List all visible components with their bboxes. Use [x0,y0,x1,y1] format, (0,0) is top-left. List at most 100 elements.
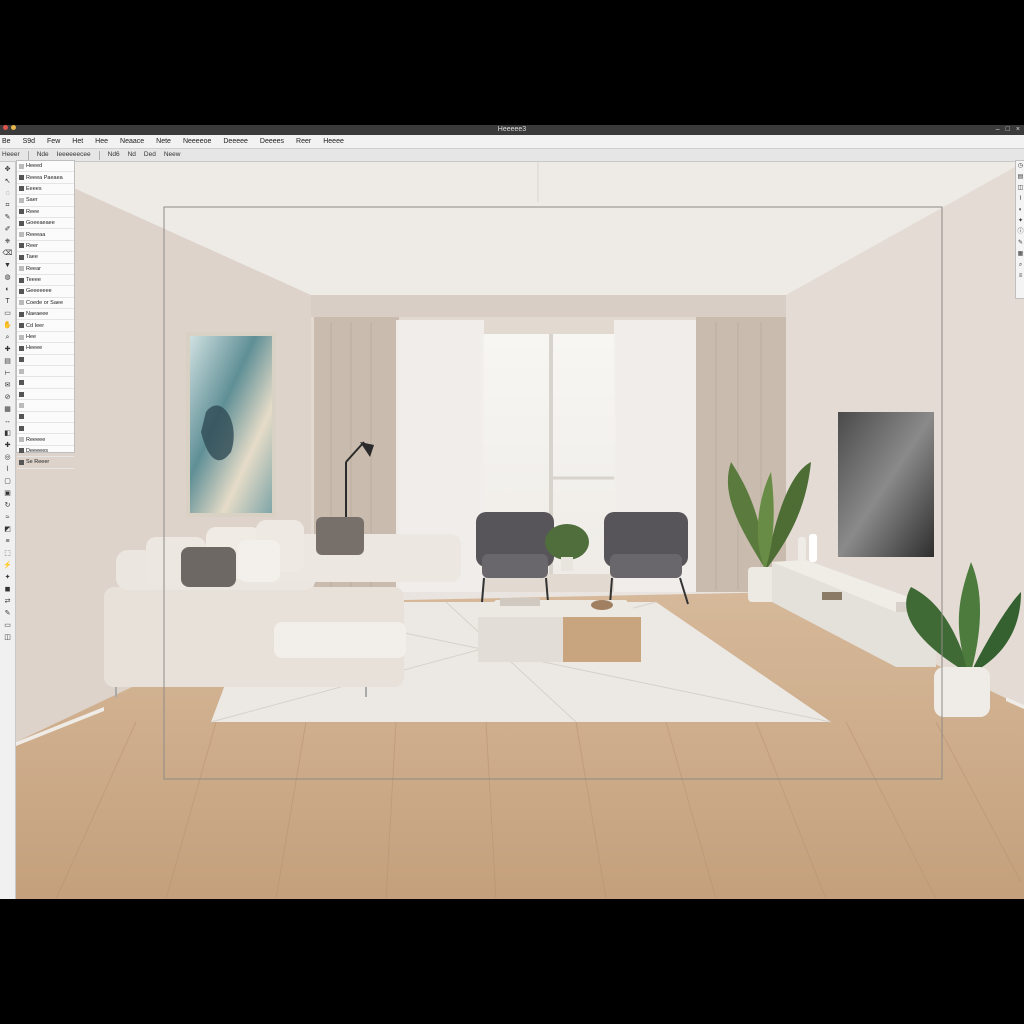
panel-row[interactable]: Reeea Paeaea [17,172,74,184]
paths-icon[interactable]: ⌇ [1016,194,1024,205]
panel-row[interactable]: Reee [17,207,74,218]
layer-icon[interactable]: ≡ [2,537,13,546]
patch-icon[interactable]: ◧ [2,429,13,438]
panel-row[interactable]: Taee [17,252,74,264]
styles-icon[interactable]: ✦ [1016,216,1024,227]
menu-item[interactable]: Neaace [120,135,144,148]
zoom-icon[interactable]: ⌕ [2,333,13,342]
panel-row[interactable] [17,423,74,435]
panel-row[interactable] [17,355,74,367]
hand-icon[interactable]: ✋ [2,321,13,330]
blur-icon[interactable]: ◍ [2,273,13,282]
panel-row[interactable]: Saer [17,195,74,207]
adjust-icon[interactable]: ◐ [1016,205,1024,216]
text-icon[interactable]: T [2,297,13,306]
panel-row-label: Naeaeee [26,311,49,318]
panel-row[interactable] [17,400,74,412]
magic-icon[interactable]: ✦ [2,573,13,582]
panel-row[interactable] [17,366,74,378]
frame-icon[interactable]: ▢ [2,477,13,486]
close-window-icon[interactable]: × [1016,125,1020,135]
move-icon[interactable]: ✥ [2,165,13,174]
panel-row[interactable]: Goeeaeaee [17,218,74,230]
panel-row[interactable]: Coede or Saee [17,298,74,310]
navigator-icon[interactable]: ⌕ [1016,260,1024,271]
menu-item[interactable]: Deeees [260,135,284,148]
warp-icon[interactable]: ≈ [2,513,13,522]
panel-row[interactable]: Naeaeee [17,309,74,321]
eyedropper-icon[interactable]: ✚ [2,345,13,354]
panel-row-label: Saer [26,197,38,204]
mask-icon[interactable]: ◩ [2,525,13,534]
quick-icon[interactable]: ⚡ [2,561,13,570]
properties-icon[interactable]: ≡ [1016,271,1024,282]
fill-icon[interactable]: ▼ [2,261,13,270]
measure-icon[interactable]: ↔ [2,417,13,426]
info-icon[interactable]: ⓘ [1016,227,1024,238]
gradient-icon[interactable]: ▤ [2,357,13,366]
menu-item[interactable]: Neeeeoe [183,135,211,148]
ruler-icon[interactable]: ⊢ [2,369,13,378]
pointer-icon[interactable]: ↖ [2,177,13,186]
brush-icon[interactable]: ✐ [2,225,13,234]
panel-row[interactable]: Deeeees [17,446,74,458]
path-icon[interactable]: ⌇ [2,465,13,474]
menu-item[interactable]: Deeeee [223,135,248,148]
panel-row[interactable] [17,389,74,401]
color-icon[interactable]: ◼ [2,585,13,594]
minimize-window-icon[interactable]: – [996,125,1000,135]
menu-item[interactable]: Het [72,135,83,148]
stamp-icon[interactable]: ⎈ [2,237,13,246]
canvas-viewport[interactable] [16,162,1024,899]
menu-item[interactable]: Heeee [323,135,344,148]
swatch-icon[interactable]: ▦ [1016,249,1024,260]
screen-icon[interactable]: ▭ [2,621,13,630]
panel-row[interactable]: Cd Ieer [17,320,74,332]
history-icon[interactable]: ◷ [1016,161,1024,172]
panel-row[interactable]: Teeee [17,275,74,287]
toolbar-option[interactable]: Nd6 [108,149,120,161]
rotate-icon[interactable]: ↻ [2,501,13,510]
menu-item[interactable]: Reer [296,135,311,148]
swap-icon[interactable]: ⇄ [2,597,13,606]
menu-item[interactable]: Hee [95,135,108,148]
shape-icon[interactable]: ▭ [2,309,13,318]
panel-row[interactable]: Heeed [17,161,74,173]
eraser-icon[interactable]: ⌫ [2,249,13,258]
sponge-icon[interactable]: ◎ [2,453,13,462]
heal-icon[interactable]: ✚ [2,441,13,450]
select-icon[interactable]: ⬚ [2,549,13,558]
toolbar-option[interactable]: Neew [164,149,181,161]
panel-row[interactable]: Geeeeeee [17,286,74,298]
menu-item[interactable]: S9d [23,135,35,148]
channels-icon[interactable]: ◫ [1016,183,1024,194]
slice-icon[interactable]: ⊘ [2,393,13,402]
toolbar-option[interactable]: Ded [144,149,156,161]
brush-preset-icon[interactable]: ✎ [1016,238,1024,249]
pen-icon[interactable]: ✎ [2,213,13,222]
panel-row[interactable]: Heeee [17,343,74,355]
maximize-window-icon[interactable]: □ [1006,125,1010,135]
panel-row[interactable]: Hee [17,332,74,344]
crop-icon[interactable]: ⌗ [2,201,13,210]
artboard-icon[interactable]: ▣ [2,489,13,498]
panel-row[interactable]: Reeeaa [17,229,74,241]
layers-icon[interactable]: ▤ [1016,172,1024,183]
panel-row[interactable] [17,412,74,423]
grid-icon[interactable]: ▦ [2,405,13,414]
panel-row[interactable]: Reear [17,264,74,275]
panel-row[interactable] [17,377,74,389]
view-icon[interactable]: ◫ [2,633,13,642]
panel-row[interactable]: Eeees [17,184,74,196]
toolbar-option[interactable]: Nd [128,149,136,161]
menu-item[interactable]: Few [47,135,60,148]
dodge-icon[interactable]: ◐ [2,285,13,294]
menu-item[interactable]: Nete [156,135,171,148]
edit-icon[interactable]: ✎ [2,609,13,618]
panel-row[interactable]: Reeeee [17,434,74,446]
lasso-icon[interactable]: ◌ [2,189,13,198]
panel-row[interactable]: Reer [17,241,74,253]
note-icon[interactable]: ✉ [2,381,13,390]
menu-item[interactable]: Be [2,135,11,148]
panel-row[interactable]: Se Reeer [17,457,74,469]
